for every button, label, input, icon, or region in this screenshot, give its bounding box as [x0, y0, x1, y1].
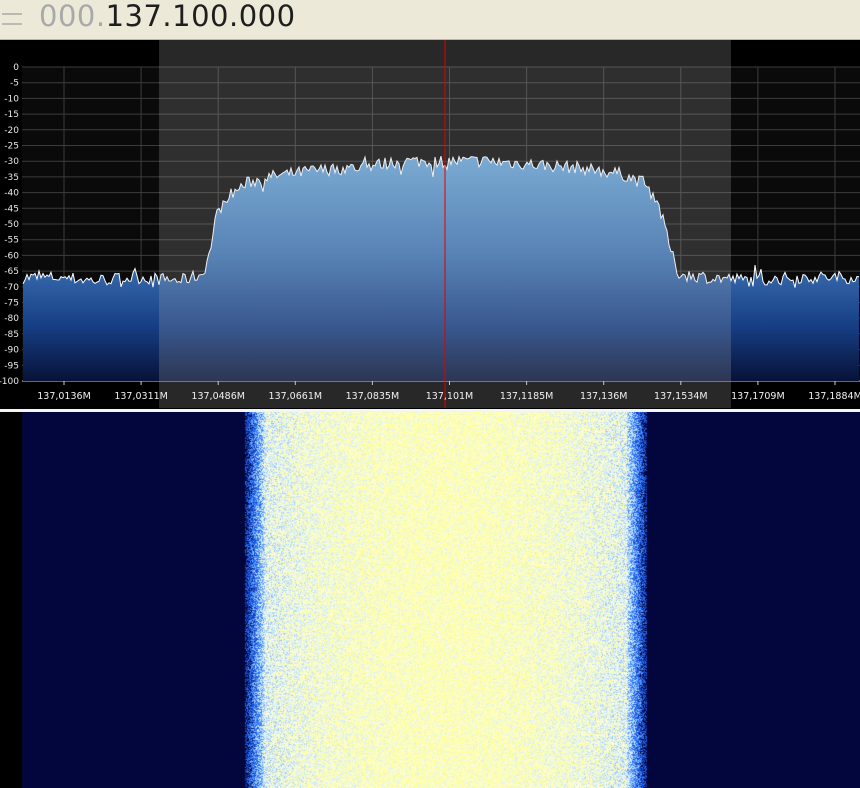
x-tick-label: 137,0136M [37, 391, 91, 402]
y-tick-label: -60 [4, 251, 19, 261]
y-tick-label: -70 [4, 283, 19, 293]
y-tick-label: -50 [4, 220, 19, 230]
y-tick-label: -45 [4, 204, 19, 214]
x-tick-label: 137,136M [580, 391, 627, 402]
grip-icon [2, 13, 22, 25]
y-tick-label: -80 [4, 314, 19, 324]
x-tick-label: 137,101M [426, 391, 473, 402]
x-tick-label: 137,0311M [114, 391, 168, 402]
frequency-dim-digits[interactable]: 000. [39, 0, 106, 33]
y-tick-label: -25 [4, 142, 19, 152]
y-tick-label: -65 [4, 267, 19, 277]
x-tick-label: 137,1709M [731, 391, 785, 402]
y-tick-label: -75 [4, 299, 19, 309]
x-tick-label: 137,0661M [269, 391, 323, 402]
frequency-toolbar: 000.137.100.000 [0, 0, 860, 40]
y-tick-label: -55 [4, 236, 19, 246]
y-tick-label: -40 [4, 189, 19, 199]
x-tick-label: 137,0835M [346, 391, 400, 402]
y-tick-label: -20 [4, 126, 19, 136]
frequency-active-digits[interactable]: 137.100.000 [106, 0, 296, 33]
x-tick-label: 137,1185M [500, 391, 554, 402]
x-tick-label: 137,1884M [808, 391, 860, 402]
spectrum-panel[interactable]: 0 -5 -10 -15 -20 -25 -30 -35 -40 -45 -50 -55 -60 -65 -… [0, 40, 860, 409]
y-tick-label: -90 [4, 346, 19, 356]
y-tick-label: -35 [4, 173, 19, 183]
spectrum-chart[interactable]: 0 -5 -10 -15 -20 -25 -30 -35 -40 -45 -50 -55 -60 -65 -… [0, 40, 860, 409]
y-tick-label: 0 [13, 63, 19, 73]
y-tick-label: -100 [0, 377, 19, 387]
x-tick-label: 137,1534M [654, 391, 708, 402]
y-tick-label: -5 [10, 79, 19, 89]
y-tick-label: -85 [4, 330, 19, 340]
x-axis-labels: 137,0136M 137,0311M 137,0486M 137,0661M 137,… [37, 391, 860, 402]
y-tick-label: -95 [4, 361, 19, 371]
frequency-readout[interactable]: 000.137.100.000 [39, 0, 296, 33]
waterfall-panel[interactable] [0, 412, 860, 788]
y-tick-label: -30 [4, 157, 19, 167]
waterfall-canvas [0, 412, 860, 788]
y-tick-label: -10 [4, 94, 19, 104]
x-tick-label: 137,0486M [191, 391, 245, 402]
y-axis-labels: 0 -5 -10 -15 -20 -25 -30 -35 -40 -45 -50 -55 -60 -65 -… [0, 63, 19, 387]
y-tick-label: -15 [4, 110, 19, 120]
